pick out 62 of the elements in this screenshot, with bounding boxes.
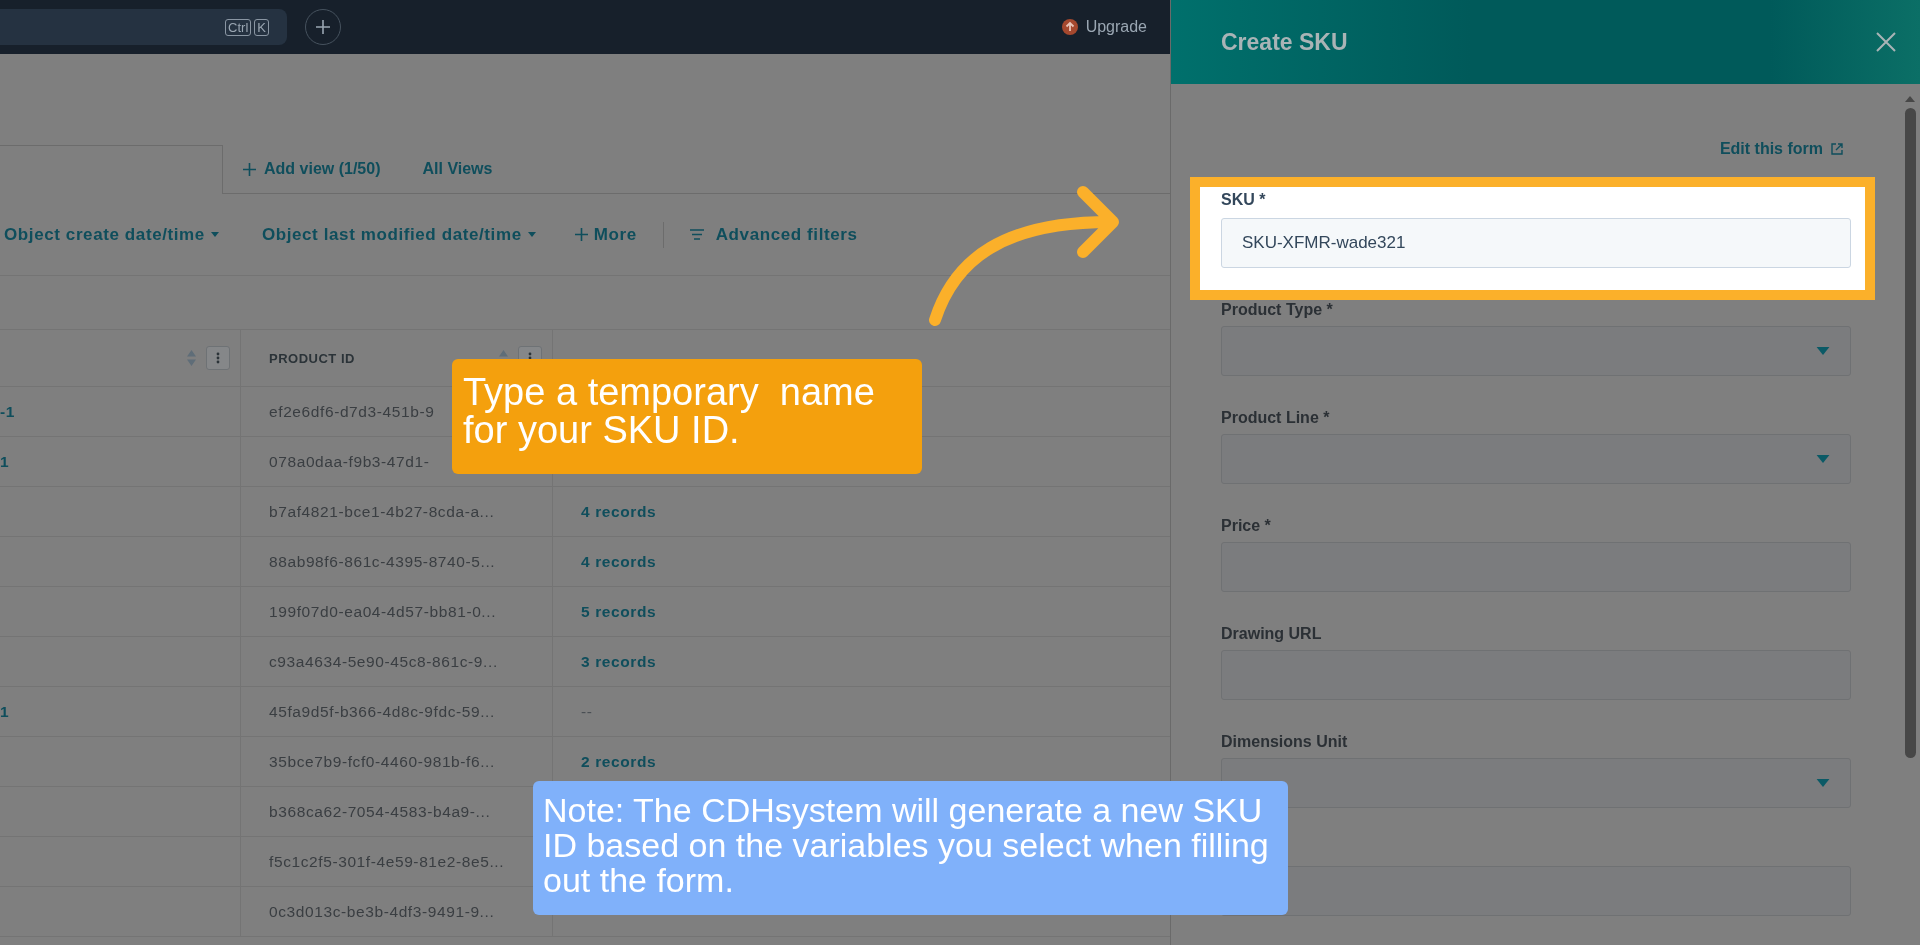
product-id-cell: 0c3d013c-be3b-4df3-9491-9... bbox=[269, 902, 495, 921]
product-id-cell: b7af4821-bce1-4b27-8cda-a... bbox=[269, 502, 495, 521]
filter-dropdown[interactable]: Object last modified date/time bbox=[261, 224, 536, 245]
all-views-link[interactable]: All Views bbox=[400, 145, 513, 193]
plus-icon bbox=[243, 162, 256, 176]
shortcut-key: Ctrl bbox=[225, 18, 252, 36]
field-label: Product Type * bbox=[1221, 300, 1334, 320]
sort-icon[interactable] bbox=[187, 350, 196, 366]
filter-dropdown[interactable]: Object create date/time bbox=[4, 224, 219, 245]
dropdown-caret-icon bbox=[1816, 779, 1830, 787]
product-id-cell: 078a0daa-f9b3-47d1- bbox=[269, 452, 430, 471]
product-id-cell: ef2e6df6-d7d3-451b-9 bbox=[269, 402, 435, 421]
scroll-up-icon[interactable] bbox=[1905, 96, 1915, 102]
caret-icon bbox=[210, 232, 219, 237]
shortcut-key: K bbox=[254, 18, 269, 36]
field-label: Price * bbox=[1221, 516, 1272, 536]
select-field[interactable] bbox=[1221, 434, 1851, 484]
edit-form-link[interactable]: Edit this form bbox=[1719, 140, 1843, 158]
field-label: SKU * bbox=[1221, 190, 1267, 210]
field-label: Drawing URL bbox=[1221, 624, 1323, 644]
scrollbar-thumb[interactable] bbox=[1904, 108, 1916, 758]
records-link[interactable]: 5 records bbox=[581, 602, 657, 621]
field-label: Dimensions Unit bbox=[1221, 732, 1349, 752]
add-view-button[interactable]: Add view (1/50) bbox=[223, 145, 401, 193]
dropdown-caret-icon bbox=[1816, 347, 1830, 355]
product-id-cell: b368ca62-7054-4583-b4a9-... bbox=[269, 802, 491, 821]
upgrade-link[interactable]: Upgrade bbox=[1085, 18, 1147, 36]
close-icon bbox=[1876, 32, 1896, 52]
input-field[interactable]: SKU-XFMR-wade321 bbox=[1221, 218, 1851, 268]
product-id-cell: 199f07d0-ea04-4d57-bb81-0... bbox=[269, 602, 497, 621]
caret-icon bbox=[527, 232, 536, 237]
records-link[interactable]: 2 records bbox=[581, 752, 657, 771]
product-id-cell: 45fa9d5f-b366-4d8c-9fdc-59... bbox=[269, 702, 495, 721]
note-tooltip: Note: The CDHsystem will generate a new SKU ID based on the variables you select when filling out the form. bbox=[533, 781, 1288, 915]
product-id-cell: 88ab98f6-861c-4395-8740-5... bbox=[269, 552, 496, 571]
product-id-cell: f5c1c2f5-301f-4e59-81e2-8e5... bbox=[269, 852, 505, 871]
upgrade-icon bbox=[1061, 19, 1078, 35]
records-link[interactable]: 3 records bbox=[581, 652, 657, 671]
filter-icon bbox=[689, 229, 704, 240]
search-field[interactable]: Ctrl K bbox=[0, 9, 287, 45]
empty-value: -- bbox=[581, 702, 593, 721]
plus-icon bbox=[316, 20, 330, 34]
field-label: Product Line * bbox=[1221, 408, 1331, 428]
record-link[interactable]: 1 bbox=[0, 702, 10, 721]
records-link[interactable]: 4 records bbox=[581, 552, 657, 571]
records-link[interactable]: 4 records bbox=[581, 502, 657, 521]
external-link-icon bbox=[1831, 143, 1843, 155]
panel-title: Create SKU bbox=[1221, 28, 1348, 56]
close-button[interactable] bbox=[1876, 32, 1896, 52]
more-filters-button[interactable]: More bbox=[574, 224, 637, 245]
plus-icon bbox=[574, 228, 588, 241]
kebab-icon bbox=[216, 352, 220, 364]
dropdown-caret-icon bbox=[1816, 455, 1830, 463]
column-menu-button[interactable] bbox=[206, 346, 230, 370]
advanced-filters-button[interactable]: Advanced filters bbox=[689, 224, 858, 245]
column-label: PRODUCT ID bbox=[269, 350, 355, 366]
select-field[interactable] bbox=[1221, 326, 1851, 376]
record-link[interactable]: -1 bbox=[0, 402, 15, 421]
instruction-tooltip: Type a temporary name for your SKU ID. bbox=[452, 359, 922, 474]
product-id-cell: 35bce7b9-fcf0-4460-981b-f6... bbox=[269, 752, 495, 771]
product-id-cell: c93a4634-5e90-45c8-861c-9... bbox=[269, 652, 498, 671]
record-link[interactable]: 1 bbox=[0, 452, 10, 471]
